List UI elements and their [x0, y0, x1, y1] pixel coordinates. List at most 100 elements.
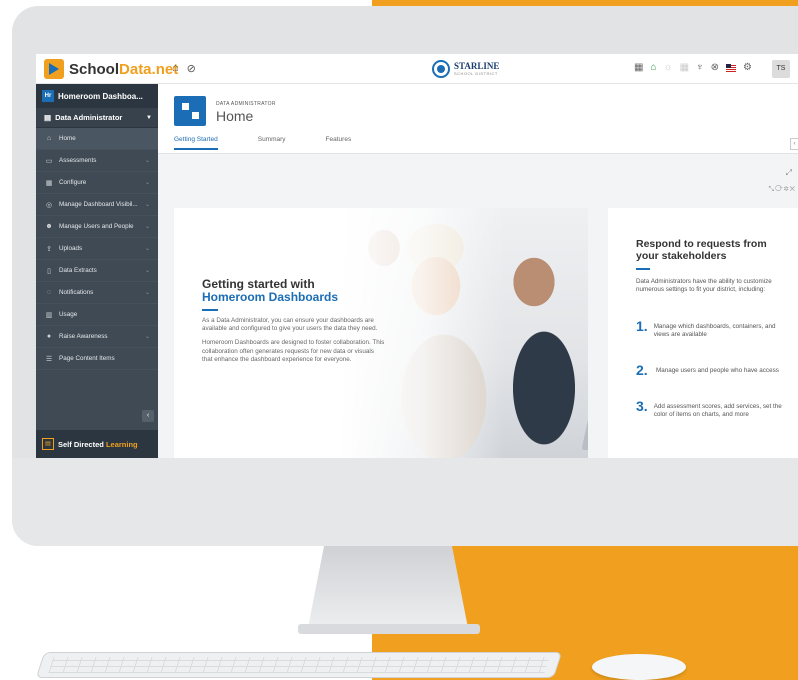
- sidebar-item-uploads[interactable]: ⇪ Uploads ⌄: [36, 238, 158, 260]
- sidebar-item-label: Configure: [59, 179, 87, 186]
- footer-accent-text: Learning: [105, 439, 138, 449]
- self-directed-learning-link[interactable]: ▤ Self Directed Learning: [36, 430, 158, 458]
- table-icon: ▦: [45, 179, 53, 187]
- top-bar: SchoolData.net ⌂ ⊘ STARLINE SCHOOL DISTR…: [36, 54, 798, 84]
- sidebar-item-label: Home: [59, 135, 76, 142]
- sidebar-item-assessments[interactable]: ▭ Assessments ⌄: [36, 150, 158, 172]
- keyboard: [35, 652, 563, 678]
- divider: [202, 309, 218, 311]
- tab-bar: Getting Started Summary Features: [174, 136, 351, 150]
- panel-toggle-button[interactable]: ‹: [790, 138, 798, 150]
- district-mark-icon: [432, 60, 450, 78]
- hero-paragraph: Homeroom Dashboards are designed to fost…: [202, 339, 385, 363]
- list-number: 2.: [636, 362, 648, 378]
- users-icon: ☻: [45, 223, 53, 230]
- stethoscope-icon[interactable]: ♆: [696, 62, 704, 73]
- sidebar-item-home[interactable]: ⌂ Home: [36, 128, 158, 150]
- footer-primary-text: Self Directed: [58, 439, 104, 449]
- sidebar-item-label: Data Extracts: [59, 267, 97, 274]
- logo-primary-text: School: [69, 60, 120, 78]
- expand-icon[interactable]: ⤢: [786, 168, 792, 178]
- hero-paragraph: As a Data Administrator, you can ensure …: [202, 317, 378, 333]
- chevron-down-icon: ⌄: [144, 290, 150, 296]
- list-text: Manage which dashboards, containers, and…: [653, 323, 776, 338]
- chevron-down-icon: ⌄: [144, 202, 150, 208]
- sidebar-item-label: Notifications: [59, 289, 94, 296]
- logo-accent-text: Data.net: [119, 60, 179, 78]
- sidebar-item-data-extracts[interactable]: ▯ Data Extracts ⌄: [36, 260, 158, 282]
- list-item: 1. Manage which dashboards, containers, …: [636, 319, 786, 339]
- sidebar-item-label: Page Content Items: [59, 355, 115, 362]
- marketing-stage: SchoolData.net ⌂ ⊘ STARLINE SCHOOL DISTR…: [0, 0, 798, 680]
- chart-icon: ▥: [45, 311, 53, 319]
- sidebar-item-raise-awareness[interactable]: ● Raise Awareness ⌄: [36, 326, 158, 348]
- assessment-icon: ▭: [45, 157, 53, 165]
- calendar-icon[interactable]: ▦: [634, 62, 643, 73]
- file-icon: ▯: [47, 267, 51, 275]
- chevron-down-icon: ⌄: [144, 158, 150, 164]
- district-subtitle: SCHOOL DISTRICT: [454, 71, 498, 76]
- card-intro: Data Administrators have the ability to …: [636, 278, 772, 293]
- monitor-base: [298, 624, 480, 634]
- help-circle-icon[interactable]: ⊗: [711, 62, 719, 73]
- monitor-stand: [308, 546, 468, 628]
- stakeholder-card: Respond to requests from your stakeholde…: [608, 208, 798, 458]
- mouse: [592, 654, 686, 680]
- sidebar-header-title: Homeroom Dashboa...: [58, 91, 143, 101]
- chevron-down-icon: ⌄: [144, 334, 150, 340]
- list-number: 3.: [636, 398, 648, 414]
- tab-summary[interactable]: Summary: [258, 136, 286, 150]
- page-supertitle: DATA ADMINISTRATOR: [216, 101, 276, 107]
- homeroom-icon: Hr: [42, 90, 54, 102]
- dashboard-icon[interactable]: ⌂: [650, 62, 656, 73]
- main-content: DATA ADMINISTRATOR Home Getting Started …: [158, 84, 798, 458]
- screen: SchoolData.net ⌂ ⊘ STARLINE SCHOOL DISTR…: [36, 54, 798, 458]
- view-tools[interactable]: ⤡⟳✲✕: [769, 186, 797, 194]
- chevron-down-icon: ⌄: [144, 246, 150, 252]
- role-selector[interactable]: ▤ Data Administrator ▼: [36, 108, 158, 128]
- home-icon[interactable]: ⌂: [172, 62, 179, 75]
- page-header: DATA ADMINISTRATOR Home Getting Started …: [158, 84, 798, 154]
- chevron-down-icon: ⌄: [144, 268, 150, 274]
- alert-icon: ◌: [46, 289, 52, 296]
- upload-icon: ⇪: [46, 245, 52, 253]
- compass-icon[interactable]: ⊘: [187, 62, 196, 75]
- sidebar-item-label: Raise Awareness: [59, 333, 108, 340]
- chevron-down-icon: ⌄: [144, 180, 150, 186]
- sidebar-item-page-content[interactable]: ☰ Page Content Items: [36, 348, 158, 370]
- sidebar-item-label: Usage: [59, 311, 78, 318]
- getting-started-hero: Getting started with Homeroom Dashboards…: [174, 208, 588, 458]
- divider: [636, 268, 650, 270]
- chevron-down-icon: ⌄: [144, 224, 150, 230]
- logo-mark-icon: [44, 59, 64, 79]
- learning-icon: ▤: [42, 438, 54, 450]
- sun-icon[interactable]: ☼: [664, 62, 673, 73]
- collapse-sidebar-button[interactable]: ‹: [142, 410, 154, 422]
- sidebar: Hr Homeroom Dashboa... ▤ Data Administra…: [36, 84, 158, 458]
- sidebar-item-label: Manage Users and People: [59, 223, 134, 230]
- role-icon: ▤: [44, 113, 52, 122]
- us-flag-icon[interactable]: [726, 63, 737, 72]
- tab-features[interactable]: Features: [326, 136, 352, 150]
- schooldata-logo[interactable]: SchoolData.net: [44, 59, 178, 79]
- sidebar-item-usage[interactable]: ▥ Usage: [36, 304, 158, 326]
- hero-heading-accent: Homeroom Dashboards: [202, 290, 339, 304]
- page-title: Home: [216, 108, 254, 124]
- district-logo: STARLINE SCHOOL DISTRICT: [432, 60, 499, 78]
- tab-getting-started[interactable]: Getting Started: [174, 136, 218, 150]
- settings-icon[interactable]: ⚙: [743, 62, 752, 73]
- monitor-chin: [12, 458, 798, 546]
- sidebar-item-notifications[interactable]: ◌ Notifications ⌄: [36, 282, 158, 304]
- home-icon: ⌂: [46, 135, 52, 142]
- eye-off-icon: ◎: [45, 201, 53, 209]
- sidebar-item-manage-visibility[interactable]: ◎ Manage Dashboard Visibil... ⌄: [36, 194, 158, 216]
- list-item: 3. Add assessment scores, add services, …: [636, 398, 786, 419]
- user-avatar[interactable]: TS: [772, 60, 790, 78]
- page-app-icon: [174, 96, 206, 126]
- calendar-alt-icon[interactable]: ▦: [680, 62, 689, 73]
- sidebar-item-manage-users[interactable]: ☻ Manage Users and People ⌄: [36, 216, 158, 238]
- district-name: STARLINE: [454, 61, 500, 71]
- sidebar-item-configure[interactable]: ▦ Configure ⌄: [36, 172, 158, 194]
- sidebar-dashboard-selector[interactable]: Hr Homeroom Dashboa...: [36, 84, 158, 108]
- sidebar-item-label: Uploads: [59, 245, 83, 252]
